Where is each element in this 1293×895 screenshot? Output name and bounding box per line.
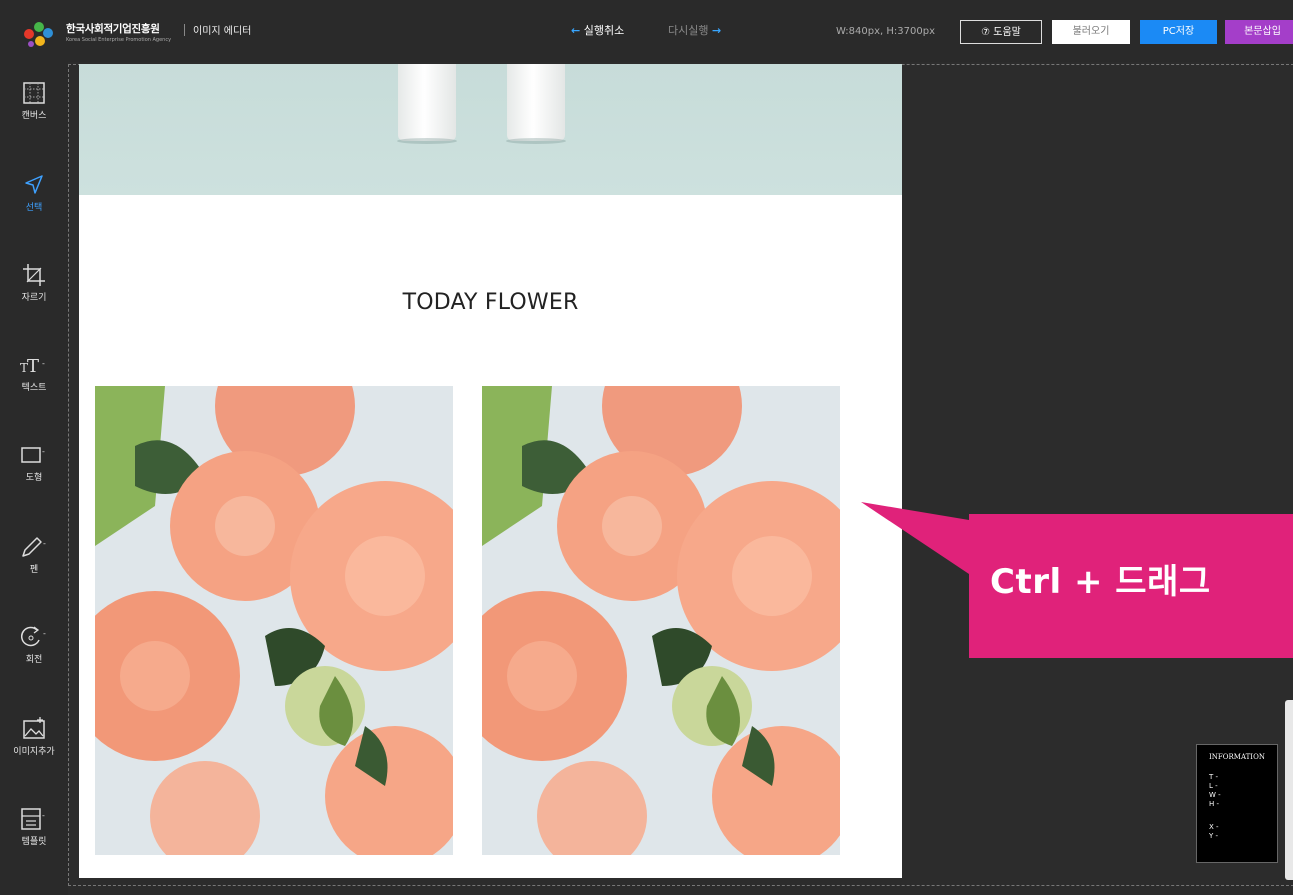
information-title: INFORMATION <box>1209 753 1265 761</box>
tool-pen[interactable]: - 펜 <box>0 534 68 575</box>
information-rows: T - L - W - H - X - Y - <box>1209 773 1221 841</box>
tool-add-image[interactable]: 이미지추가 <box>0 716 68 757</box>
undo-button[interactable]: ← 실행취소 <box>571 22 624 38</box>
rotate-icon: - <box>20 626 46 647</box>
info-row-y: Y - <box>1209 832 1219 840</box>
side-panel-handle[interactable] <box>1285 700 1293 880</box>
redo-label: 다시실행 <box>668 24 709 37</box>
tool-shape[interactable]: - 도형 <box>0 442 68 483</box>
tool-label: 자르기 <box>21 293 47 303</box>
arrow-left-icon: ← <box>571 24 581 37</box>
tool-label: 이미지추가 <box>13 747 55 757</box>
tool-template[interactable]: - 템플릿 <box>0 806 68 847</box>
tool-text[interactable]: T T - 텍스트 <box>0 352 68 393</box>
cursor-select-icon <box>25 175 43 194</box>
template-icon: - <box>21 808 45 830</box>
redo-button[interactable]: 다시실행 → <box>668 22 721 38</box>
tool-canvas[interactable]: 캔버스 <box>0 80 68 121</box>
bottle-shape <box>398 64 456 141</box>
info-row-left: L - <box>1209 782 1218 790</box>
load-button[interactable]: 불러오기 <box>1052 20 1130 44</box>
tool-label: 템플릿 <box>21 837 47 847</box>
brand: 한국사회적기업진흥원 Korea Social Enterprise Promo… <box>66 21 171 43</box>
info-row-top: T - <box>1209 773 1219 781</box>
bottle-shadow <box>506 138 566 144</box>
add-image-icon <box>23 717 45 739</box>
pen-icon: - <box>22 537 46 557</box>
bottle-shape <box>507 64 565 141</box>
tool-crop[interactable]: 자르기 <box>0 262 68 303</box>
help-button[interactable]: ⑦ 도움말 <box>960 20 1042 44</box>
tool-label: 선택 <box>25 203 43 213</box>
app-title: 이미지 에디터 <box>193 26 252 37</box>
info-row-height: H - <box>1209 800 1220 808</box>
crop-icon <box>23 264 45 286</box>
tool-label: 회전 <box>25 655 43 665</box>
information-panel: INFORMATION T - L - W - H - X - Y - <box>1196 744 1278 863</box>
insert-into-body-button[interactable]: 본문삽입 <box>1225 20 1293 44</box>
svg-text:-: - <box>42 359 45 368</box>
tool-select[interactable]: 선택 <box>0 172 68 213</box>
tool-label: 캔버스 <box>21 111 47 121</box>
tool-label: 펜 <box>29 565 39 575</box>
tool-label: 도형 <box>25 473 43 483</box>
brand-subtitle: Korea Social Enterprise Promotion Agency <box>66 37 172 43</box>
svg-text:-: - <box>42 811 45 820</box>
arrow-right-icon: → <box>711 24 722 37</box>
callout-text: Ctrl + 드래그 <box>990 562 1211 602</box>
pc-save-button[interactable]: PC저장 <box>1140 20 1217 44</box>
brand-name: 한국사회적기업진흥원 <box>66 23 160 35</box>
help-circle-icon: ⑦ <box>981 27 991 38</box>
bottle-shadow <box>397 138 457 144</box>
svg-text:T: T <box>27 356 39 377</box>
info-row-x: X - <box>1209 823 1219 831</box>
flower-photo-right[interactable] <box>482 386 840 855</box>
svg-text:-: - <box>43 539 46 548</box>
svg-text:-: - <box>42 447 45 456</box>
tool-label: 텍스트 <box>21 383 47 393</box>
canvas-grid-icon <box>23 82 45 104</box>
agency-logo-icon <box>24 22 53 47</box>
flower-photo-left[interactable] <box>95 386 453 855</box>
brand-divider <box>184 24 185 36</box>
canvas-heading-text[interactable]: TODAY FLOWER <box>79 290 902 315</box>
callout-pointer <box>861 502 981 582</box>
text-tt-icon: T T - <box>20 356 45 377</box>
hero-image-bottles[interactable] <box>79 64 902 195</box>
shape-rectangle-icon: - <box>21 447 45 463</box>
canvas-size-readout: W:840px, H:3700px <box>836 26 935 37</box>
top-bar: 한국사회적기업진흥원 Korea Social Enterprise Promo… <box>0 0 1293 62</box>
tool-sidebar: 캔버스 선택 자르기 T T - 텍스트 - 도형 - 펜 - 회전 이미지추가… <box>0 62 68 895</box>
undo-label: 실행취소 <box>583 24 625 37</box>
info-row-width: W - <box>1209 791 1221 799</box>
svg-text:-: - <box>43 629 46 638</box>
tool-rotate[interactable]: - 회전 <box>0 624 68 665</box>
help-label: 도움말 <box>993 27 1021 38</box>
editor-canvas[interactable]: TODAY FLOWER <box>79 64 902 878</box>
